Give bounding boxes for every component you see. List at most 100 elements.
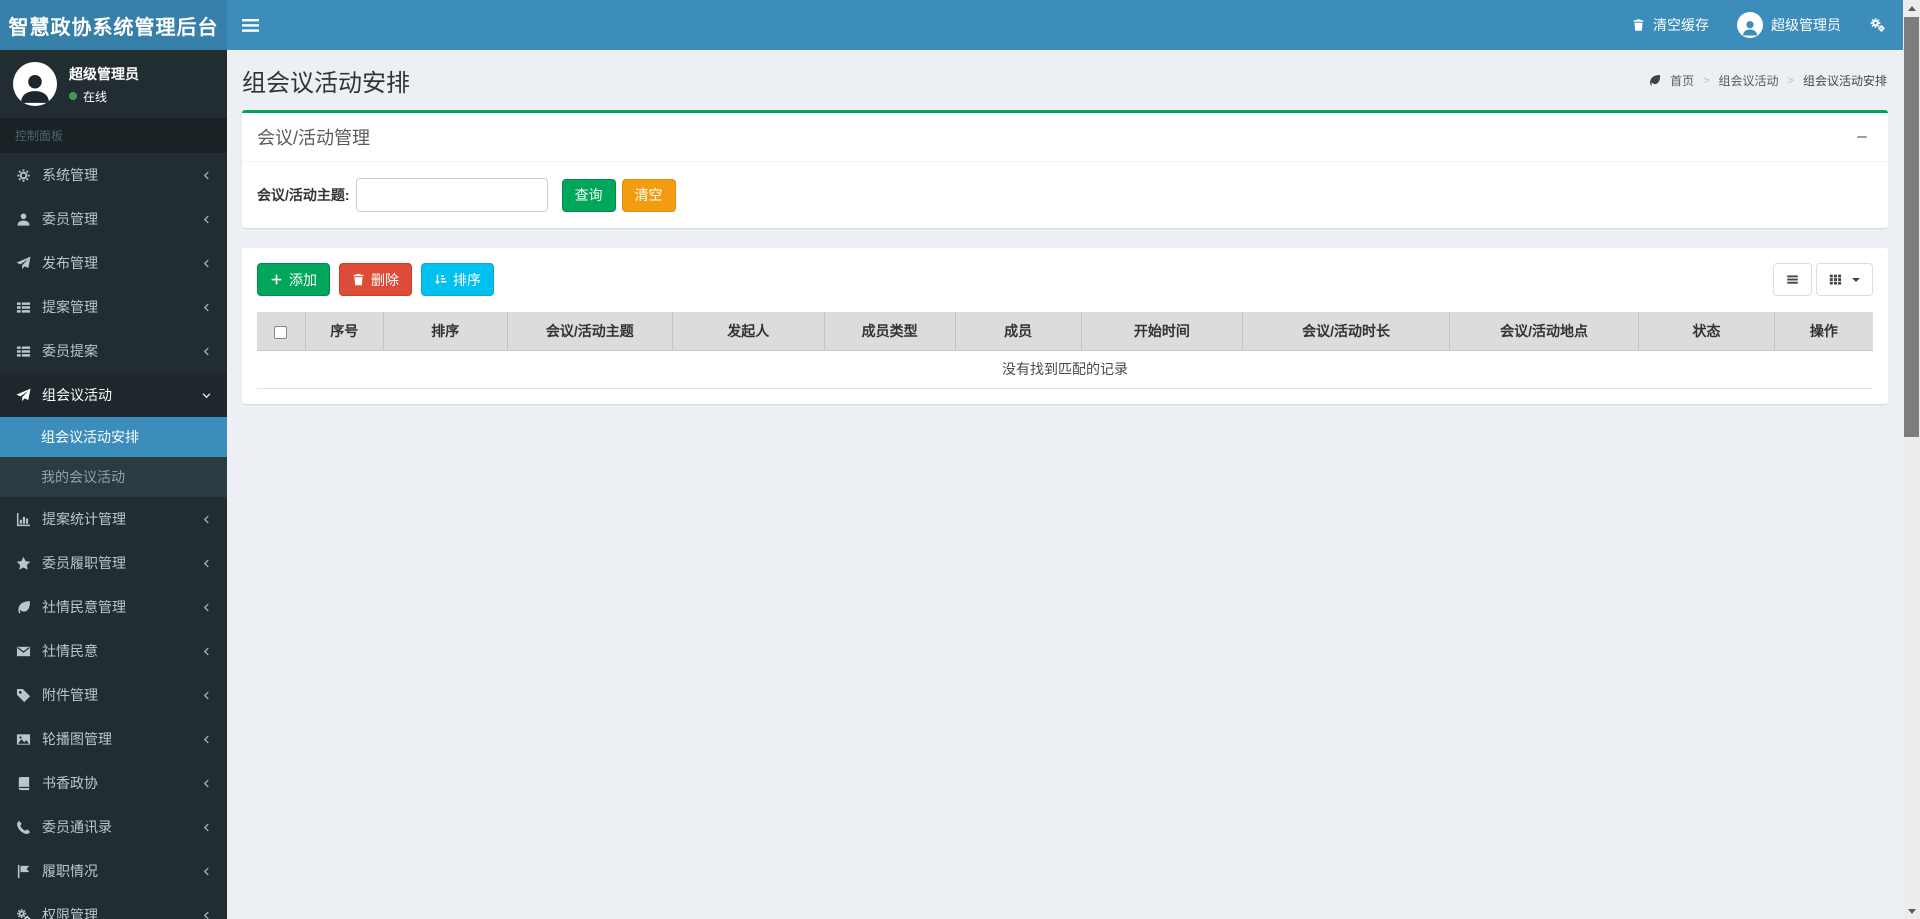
chevron-left-icon bbox=[201, 866, 212, 877]
star-icon bbox=[15, 556, 32, 571]
sidebar-subitem-my-meetings[interactable]: 我的会议活动 bbox=[0, 457, 227, 497]
empty-message: 没有找到匹配的记录 bbox=[257, 350, 1873, 389]
cogs-icon bbox=[15, 908, 32, 919]
chevron-left-icon bbox=[201, 690, 212, 701]
clear-cache-label: 清空缓存 bbox=[1653, 17, 1709, 33]
sidebar-subitem-meeting-schedule[interactable]: 组会议活动安排 bbox=[0, 417, 227, 457]
navbar-avatar bbox=[1737, 12, 1763, 38]
chevron-left-icon bbox=[201, 302, 212, 313]
toggle-view-button[interactable] bbox=[1773, 263, 1812, 296]
toolbar-left: 添加 删除 排序 bbox=[257, 263, 494, 296]
sidebar-item-group-meeting[interactable]: 组会议活动 组会议活动安排 我的会议活动 bbox=[0, 373, 227, 497]
list-view-icon bbox=[1787, 275, 1798, 284]
breadcrumb-home-icon bbox=[1648, 74, 1661, 87]
paper-plane-icon bbox=[15, 388, 32, 403]
chevron-left-icon bbox=[201, 910, 212, 919]
paper-plane-icon bbox=[15, 256, 32, 271]
flag-icon bbox=[15, 864, 32, 879]
chevron-left-icon bbox=[201, 214, 212, 225]
scrollbar-down-arrow[interactable] bbox=[1903, 903, 1920, 919]
table-toolbar: 添加 删除 排序 bbox=[257, 263, 1873, 296]
sidebar-item-public-opinion[interactable]: 社情民意 bbox=[0, 629, 227, 673]
column-header-topic: 会议/活动主题 bbox=[506, 312, 673, 351]
user-menu[interactable]: 超级管理员 bbox=[1723, 0, 1855, 50]
search-panel-title: 会议/活动管理 bbox=[257, 128, 371, 148]
sidebar-item-duty-status[interactable]: 履职情况 bbox=[0, 849, 227, 893]
column-header-location: 会议/活动地点 bbox=[1449, 312, 1639, 351]
sidebar-item-proposal-stats[interactable]: 提案统计管理 bbox=[0, 497, 227, 541]
tag-icon bbox=[15, 688, 32, 703]
hamburger-icon bbox=[241, 18, 259, 32]
sort-icon bbox=[434, 274, 447, 285]
content: 会议/活动管理 会议/活动主题: 查询 清空 添加 删除 排序 序号 排序 会议… bbox=[227, 110, 1903, 404]
triangle-up-icon bbox=[1907, 5, 1916, 11]
chevron-left-icon bbox=[201, 822, 212, 833]
sidebar-item-attachment-mgmt[interactable]: 附件管理 bbox=[0, 673, 227, 717]
columns-dropdown-button[interactable] bbox=[1816, 263, 1873, 296]
chevron-left-icon bbox=[201, 258, 212, 269]
sidebar-item-member-contacts[interactable]: 委员通讯录 bbox=[0, 805, 227, 849]
sidebar-item-proposal-mgmt[interactable]: 提案管理 bbox=[0, 285, 227, 329]
sidebar-menu: 系统管理 委员管理 发布管理 提案管理 委员提案 组会议活动 组会议活动安排 我… bbox=[0, 153, 227, 919]
select-all-header bbox=[257, 312, 306, 351]
column-header-start-time: 开始时间 bbox=[1080, 312, 1243, 351]
search-panel-header: 会议/活动管理 bbox=[242, 113, 1888, 162]
topic-field-label: 会议/活动主题: bbox=[257, 187, 350, 203]
bar-chart-icon bbox=[15, 512, 32, 527]
chevron-left-icon bbox=[201, 170, 212, 181]
leaf-icon bbox=[15, 600, 32, 615]
online-status[interactable]: 在线 bbox=[69, 88, 139, 105]
add-button[interactable]: 添加 bbox=[257, 263, 330, 296]
navbar-right: 清空缓存 超级管理员 bbox=[1618, 0, 1920, 50]
column-header-seq: 序号 bbox=[304, 312, 384, 351]
scrollbar-thumb[interactable] bbox=[1904, 17, 1919, 437]
breadcrumb-home-link[interactable]: 首页 bbox=[1670, 72, 1694, 89]
meetings-table: 序号 排序 会议/活动主题 发起人 成员类型 成员 开始时间 会议/活动时长 会… bbox=[257, 312, 1873, 389]
plus-icon bbox=[271, 274, 282, 285]
topic-input[interactable] bbox=[355, 178, 548, 212]
clear-cache-button[interactable]: 清空缓存 bbox=[1618, 0, 1723, 50]
chevron-left-icon bbox=[201, 778, 212, 789]
breadcrumb-current: 组会议活动安排 bbox=[1802, 74, 1887, 88]
sidebar-item-member-proposal[interactable]: 委员提案 bbox=[0, 329, 227, 373]
select-all-checkbox[interactable] bbox=[274, 325, 288, 339]
list-icon bbox=[15, 300, 32, 315]
trash-icon bbox=[353, 273, 364, 286]
user-info: 超级管理员 在线 bbox=[69, 64, 139, 105]
sort-button[interactable]: 排序 bbox=[421, 263, 494, 296]
sidebar-item-carousel-mgmt[interactable]: 轮播图管理 bbox=[0, 717, 227, 761]
empty-row: 没有找到匹配的记录 bbox=[257, 350, 1873, 389]
page-scrollbar[interactable] bbox=[1903, 0, 1920, 919]
table-panel: 添加 删除 排序 序号 排序 会议/活动主题 发起人 成员类型 成员 开始时间 … bbox=[242, 248, 1888, 404]
scrollbar-up-arrow[interactable] bbox=[1903, 0, 1920, 16]
search-form: 会议/活动主题: 查询 清空 bbox=[242, 162, 1888, 228]
sidebar-toggle-button[interactable] bbox=[227, 0, 273, 50]
collapse-panel-button[interactable] bbox=[1851, 128, 1873, 146]
sidebar-item-member-mgmt[interactable]: 委员管理 bbox=[0, 197, 227, 241]
chevron-left-icon bbox=[201, 346, 212, 357]
app-logo[interactable]: 智慧政协系统管理后台 bbox=[0, 0, 227, 50]
user-icon bbox=[15, 212, 32, 227]
sidebar: 超级管理员 在线 控制面板 系统管理 委员管理 发布管理 提案管理 委员提案 组… bbox=[0, 50, 227, 919]
settings-button[interactable] bbox=[1855, 0, 1900, 50]
sidebar-item-permission-mgmt[interactable]: 权限管理 bbox=[0, 893, 227, 919]
envelope-icon bbox=[15, 644, 32, 659]
main-header: 智慧政协系统管理后台 清空缓存 超级管理员 bbox=[0, 0, 1920, 50]
sidebar-item-system-mgmt[interactable]: 系统管理 bbox=[0, 153, 227, 197]
search-button[interactable]: 查询 bbox=[561, 178, 616, 212]
chevron-left-icon bbox=[201, 558, 212, 569]
column-header-initiator: 发起人 bbox=[671, 312, 825, 351]
sidebar-user-panel: 超级管理员 在线 bbox=[0, 50, 227, 118]
image-icon bbox=[15, 732, 32, 747]
chevron-left-icon bbox=[201, 646, 212, 657]
caret-down-icon bbox=[1852, 277, 1860, 282]
sidebar-item-reading-cppcc[interactable]: 书香政协 bbox=[0, 761, 227, 805]
breadcrumb-section-link[interactable]: 组会议活动 bbox=[1719, 72, 1779, 89]
gear-icon bbox=[15, 168, 32, 183]
delete-button[interactable]: 删除 bbox=[339, 263, 412, 296]
chevron-left-icon bbox=[201, 602, 212, 613]
sidebar-item-duty-mgmt[interactable]: 委员履职管理 bbox=[0, 541, 227, 585]
sidebar-item-public-opinion-mgmt[interactable]: 社情民意管理 bbox=[0, 585, 227, 629]
clear-search-button[interactable]: 清空 bbox=[621, 178, 676, 212]
sidebar-item-publish-mgmt[interactable]: 发布管理 bbox=[0, 241, 227, 285]
